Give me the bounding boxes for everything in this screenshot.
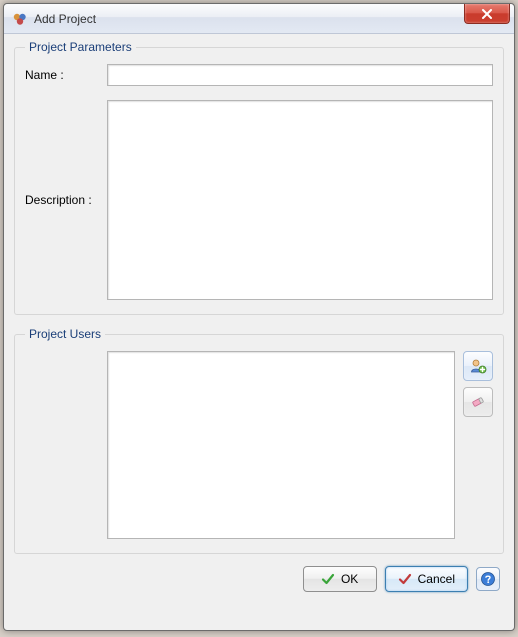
project-parameters-legend: Project Parameters bbox=[25, 40, 136, 54]
button-bar: OK Cancel bbox=[14, 566, 504, 592]
help-icon bbox=[480, 571, 496, 587]
description-label: Description : bbox=[25, 193, 103, 207]
dialog-body: Project Parameters Name : Description : … bbox=[4, 34, 514, 630]
eraser-icon bbox=[469, 393, 487, 411]
ok-button[interactable]: OK bbox=[303, 566, 377, 592]
description-input[interactable] bbox=[107, 100, 493, 300]
users-list[interactable] bbox=[107, 351, 455, 539]
name-input[interactable] bbox=[107, 64, 493, 86]
cancel-button[interactable]: Cancel bbox=[385, 566, 468, 592]
add-user-button[interactable] bbox=[463, 351, 493, 381]
project-parameters-group: Project Parameters Name : Description : bbox=[14, 40, 504, 315]
project-users-legend: Project Users bbox=[25, 327, 105, 341]
cancel-button-label: Cancel bbox=[418, 572, 455, 586]
add-user-icon bbox=[469, 357, 487, 375]
titlebar[interactable]: Add Project bbox=[4, 4, 514, 34]
ok-button-label: OK bbox=[341, 572, 358, 586]
check-green-icon bbox=[321, 572, 335, 586]
name-label: Name : bbox=[25, 64, 103, 82]
check-red-icon bbox=[398, 572, 412, 586]
users-buttons-column bbox=[463, 351, 493, 417]
help-button[interactable] bbox=[476, 567, 500, 591]
remove-user-button[interactable] bbox=[463, 387, 493, 417]
project-users-group: Project Users bbox=[14, 327, 504, 554]
close-icon bbox=[481, 9, 493, 19]
close-button[interactable] bbox=[464, 4, 510, 24]
window-title: Add Project bbox=[34, 12, 96, 26]
add-project-dialog: Add Project Project Parameters Name : De… bbox=[3, 3, 515, 631]
app-icon bbox=[12, 11, 28, 27]
